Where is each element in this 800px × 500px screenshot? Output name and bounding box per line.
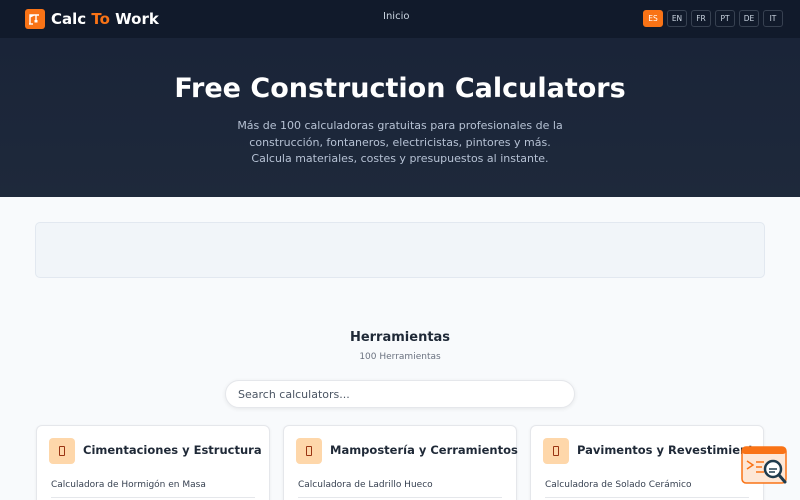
search-input[interactable] xyxy=(225,380,575,408)
lang-pt-button[interactable]: PT xyxy=(715,10,735,27)
category-card-cimentaciones[interactable]: Cimentaciones y Estructura Calculadora d… xyxy=(36,425,270,500)
language-switcher: ES EN FR PT DE IT xyxy=(643,10,783,27)
lang-de-button[interactable]: DE xyxy=(739,10,759,27)
tools-count: 100 Herramientas xyxy=(359,352,441,362)
hero-section: Free Construction Calculators Más de 100… xyxy=(0,38,800,197)
lang-it-button[interactable]: IT xyxy=(763,10,783,27)
divider xyxy=(298,497,502,498)
category-icon xyxy=(543,438,569,464)
hero-title: Free Construction Calculators xyxy=(174,73,626,104)
top-navbar: Calc To Work Inicio ES EN FR PT DE IT xyxy=(0,0,800,38)
category-icon xyxy=(49,438,75,464)
category-icon xyxy=(296,438,322,464)
divider xyxy=(545,497,749,498)
calculator-link[interactable]: Calculadora de Solado Cerámico xyxy=(545,480,691,490)
brand-logo-link[interactable]: Calc To Work xyxy=(25,8,159,29)
calculator-link[interactable]: Calculadora de Ladrillo Hueco xyxy=(298,480,433,490)
lang-en-button[interactable]: EN xyxy=(667,10,687,27)
tools-section-title: Herramientas xyxy=(349,330,451,345)
nav-link-home[interactable]: Inicio xyxy=(383,11,409,22)
category-title: Mampostería y Cerramientos xyxy=(330,443,518,457)
lang-es-button[interactable]: ES xyxy=(643,10,663,27)
calculator-link[interactable]: Calculadora de Hormigón en Masa xyxy=(51,480,206,490)
search-chat-icon[interactable] xyxy=(740,445,790,489)
lang-fr-button[interactable]: FR xyxy=(691,10,711,27)
ad-placeholder xyxy=(35,222,765,278)
category-card-pavimentos[interactable]: Pavimentos y Revestimientos Calculadora … xyxy=(530,425,768,500)
hero-description: Más de 100 calculadoras gratuitas para p… xyxy=(237,119,563,165)
brand-name: Calc To Work xyxy=(51,9,159,28)
category-card-mamposteria[interactable]: Mampostería y Cerramientos Calculadora d… xyxy=(283,425,518,500)
category-title: Cimentaciones y Estructura xyxy=(83,443,262,457)
crane-icon xyxy=(25,8,45,29)
divider xyxy=(51,497,255,498)
